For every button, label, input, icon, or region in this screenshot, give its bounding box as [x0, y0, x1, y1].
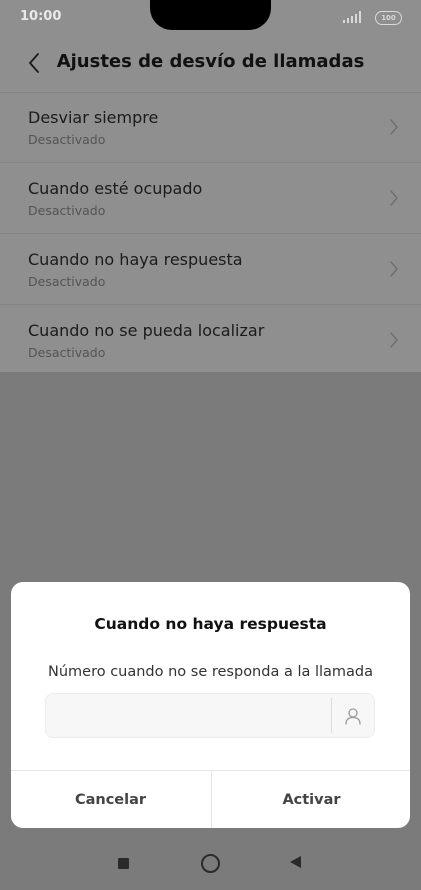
list-item-title: Cuando no se pueda localizar [28, 321, 265, 340]
list-item-title: Desviar siempre [28, 108, 159, 127]
list-item-status: Desactivado [28, 132, 106, 147]
dialog-title: Cuando no haya respuesta [94, 615, 327, 633]
list-item-status: Desactivado [28, 274, 106, 289]
input-divider [331, 698, 332, 733]
activate-button[interactable]: Activar [211, 771, 410, 828]
call-forwarding-settings: 10:00 100 Ajustes de desvío de llamadas … [0, 0, 421, 372]
cancel-button[interactable]: Cancelar [11, 771, 210, 828]
dialog-actions: Cancelar Activar [11, 770, 410, 828]
status-time: 10:00 [20, 9, 62, 24]
page-title: Ajustes de desvío de llamadas [56, 51, 365, 72]
page-header: Ajustes de desvío de llamadas [0, 36, 421, 93]
dialog-message: Número cuando no se responda a la llamad… [47, 664, 374, 680]
phone-screen: 10:00 100 Ajustes de desvío de llamadas … [0, 0, 421, 890]
home-icon[interactable] [201, 854, 220, 873]
list-item[interactable]: Cuando no se pueda localizar Desactivado [0, 305, 421, 375]
no-answer-forwarding-dialog: Cuando no haya respuesta Número cuando n… [11, 582, 410, 828]
recent-apps-icon[interactable] [118, 858, 129, 869]
back-triangle-icon[interactable] [290, 856, 301, 868]
forwarding-number-input[interactable] [46, 694, 330, 737]
list-item-status: Desactivado [28, 203, 106, 218]
chevron-right-icon [390, 332, 398, 348]
list-item[interactable]: Desviar siempre Desactivado [0, 92, 421, 163]
chevron-right-icon [390, 190, 398, 206]
status-bar: 10:00 100 [0, 0, 421, 36]
contact-person-icon[interactable] [343, 706, 363, 726]
list-item[interactable]: Cuando esté ocupado Desactivado [0, 163, 421, 234]
chevron-right-icon [390, 119, 398, 135]
chevron-right-icon [390, 261, 398, 277]
list-item[interactable]: Cuando no haya respuesta Desactivado [0, 234, 421, 305]
system-navigation-bar [0, 835, 421, 890]
forwarding-options-list: Desviar siempre Desactivado Cuando esté … [0, 92, 421, 375]
list-item-status: Desactivado [28, 345, 106, 360]
battery-icon: 100 [375, 11, 402, 25]
forwarding-number-input-box [45, 693, 375, 738]
signal-icon [343, 11, 361, 23]
display-notch [150, 0, 271, 30]
list-item-title: Cuando no haya respuesta [28, 250, 243, 269]
list-item-title: Cuando esté ocupado [28, 179, 203, 198]
